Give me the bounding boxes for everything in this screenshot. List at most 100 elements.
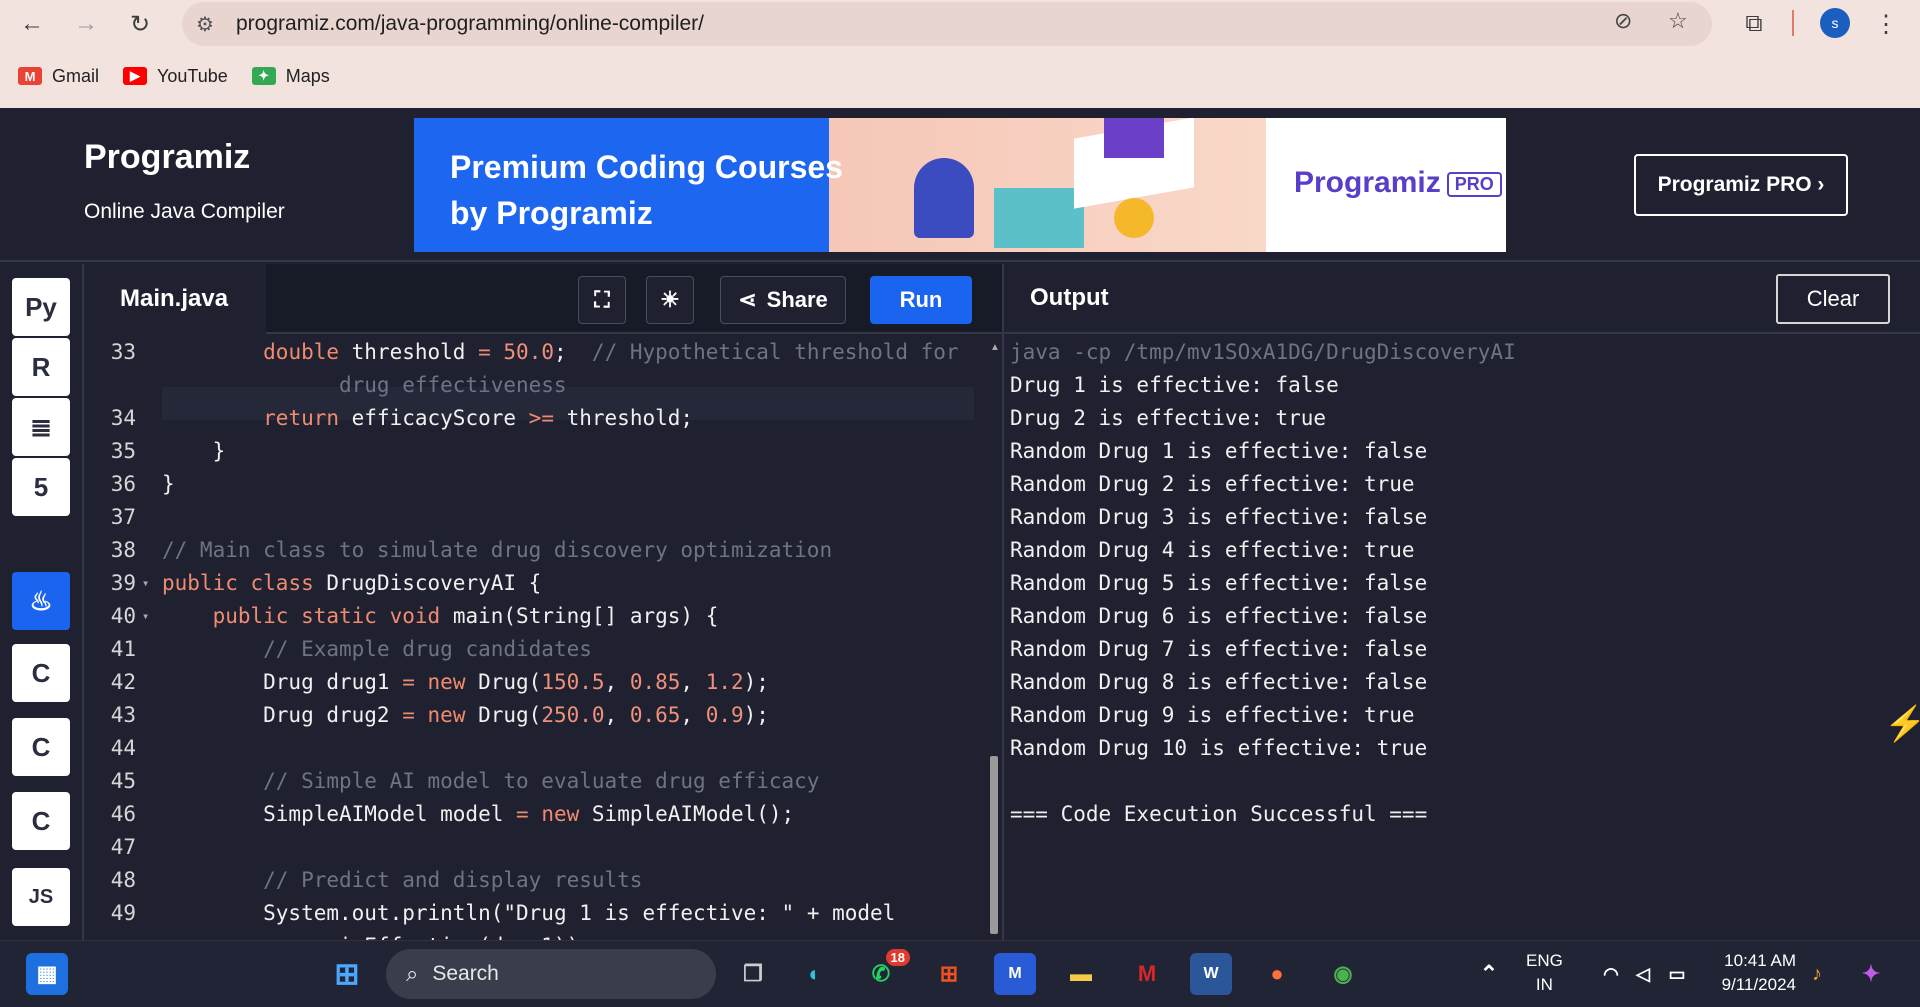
code-line[interactable]: 47 xyxy=(84,835,988,868)
code-line[interactable]: 36} xyxy=(84,472,988,505)
fullscreen-button[interactable]: ⛶ xyxy=(578,276,626,324)
chrome-icon[interactable]: ◉ xyxy=(1322,953,1364,995)
maps-icon: ✦ xyxy=(251,67,276,85)
taskbar: ▦ ⊞ ⌕ Search ❐ ◐ ✆ 18 ⊞ M ▬ M W ● ◉ ⌃ ENG… xyxy=(0,940,1920,1007)
app-icon[interactable]: M xyxy=(994,953,1036,995)
fold-toggle-icon[interactable] xyxy=(140,802,162,835)
code-area[interactable]: 33 double threshold = 50.0; // Hypotheti… xyxy=(84,336,988,940)
back-icon[interactable]: ← xyxy=(14,6,50,42)
extensions-icon[interactable]: ⧉ xyxy=(1736,6,1772,42)
fold-toggle-icon[interactable] xyxy=(140,340,162,373)
code-token: new xyxy=(427,670,466,694)
fold-toggle-icon[interactable] xyxy=(140,637,162,670)
code-line[interactable]: 38 // Main class to simulate drug discove… xyxy=(84,538,988,571)
bookmark-maps[interactable]: ✦ Maps xyxy=(251,66,330,87)
code-line[interactable]: 46 SimpleAIModel model = new SimpleAIMod… xyxy=(84,802,988,835)
menu-icon[interactable]: ⋮ xyxy=(1868,6,1904,42)
programiz-pro-button[interactable]: Programiz PRO › xyxy=(1634,154,1848,216)
cpp-language-icon[interactable]: C xyxy=(12,718,70,776)
fold-toggle-icon[interactable] xyxy=(140,373,162,406)
code-line[interactable]: 42 Drug drug1 = new Drug(150.5, 0.85, 1.… xyxy=(84,670,988,703)
fold-toggle-icon[interactable] xyxy=(140,538,162,571)
fold-toggle-icon[interactable]: ▾ xyxy=(140,604,162,637)
fold-toggle-icon[interactable] xyxy=(140,439,162,472)
bookmark-gmail[interactable]: M Gmail xyxy=(18,66,99,87)
code-line[interactable]: 33 double threshold = 50.0; // Hypotheti… xyxy=(84,340,988,373)
widgets-icon[interactable]: ▦ xyxy=(26,953,68,995)
promo-banner[interactable]: Premium Coding Courses by Programiz Prog… xyxy=(414,118,1506,252)
file-tab-main-java[interactable]: Main.java xyxy=(84,264,266,334)
battery-icon[interactable]: ▭ xyxy=(1656,953,1698,995)
task-view-icon[interactable]: ❐ xyxy=(732,953,774,995)
floating-assistant-icon[interactable]: ⚡ xyxy=(1884,704,1920,744)
code-line[interactable]: 49 System.out.println("Drug 1 is effecti… xyxy=(84,901,988,934)
word-icon[interactable]: W xyxy=(1190,953,1232,995)
programiz-logo[interactable]: Programiz xyxy=(84,138,250,177)
whatsapp-icon[interactable]: ✆ 18 xyxy=(860,949,910,995)
code-token: = xyxy=(516,802,529,826)
fold-toggle-icon[interactable] xyxy=(140,670,162,703)
code-token: static xyxy=(301,604,377,628)
forward-icon[interactable]: → xyxy=(68,6,104,42)
star-icon[interactable]: ☆ xyxy=(1668,8,1688,34)
fold-toggle-icon[interactable] xyxy=(140,901,162,934)
bookmark-youtube[interactable]: ▶ YouTube xyxy=(123,66,228,87)
csharp-language-icon[interactable]: C xyxy=(12,792,70,850)
fold-toggle-icon[interactable] xyxy=(140,868,162,901)
code-line[interactable]: 48 // Predict and display results xyxy=(84,868,988,901)
taskbar-search[interactable]: ⌕ Search xyxy=(386,949,716,999)
r-language-icon[interactable]: R xyxy=(12,338,70,396)
copilot-icon[interactable]: ✦ xyxy=(1850,953,1892,995)
mcafee-icon[interactable]: M xyxy=(1126,953,1168,995)
output-line: === Code Execution Successful === xyxy=(1010,802,1428,826)
editor-scrollbar[interactable]: ▲ xyxy=(986,336,1000,940)
code-line[interactable]: 34 return efficacyScore >= threshold; xyxy=(84,406,988,439)
site-info-icon[interactable]: ⚙ xyxy=(196,12,214,37)
clear-button[interactable]: Clear xyxy=(1776,274,1890,324)
microsoft-store-icon[interactable]: ⊞ xyxy=(928,953,970,995)
code-line[interactable]: 39 ▾ public class DrugDiscoveryAI { xyxy=(84,571,988,604)
reload-icon[interactable]: ↻ xyxy=(122,6,158,42)
tray-chevron-icon[interactable]: ⌃ xyxy=(1468,953,1510,995)
code-line[interactable]: 35 } xyxy=(84,439,988,472)
input-language[interactable]: ENG IN xyxy=(1526,949,1563,997)
fold-toggle-icon[interactable] xyxy=(140,835,162,868)
scrollbar-thumb[interactable] xyxy=(990,756,998,934)
fold-toggle-icon[interactable] xyxy=(140,406,162,439)
code-line[interactable]: 40 ▾ public static void main(String[] arg… xyxy=(84,604,988,637)
eye-off-icon[interactable]: ⊘ xyxy=(1614,8,1632,34)
share-button[interactable]: ⋖ Share xyxy=(720,276,846,324)
html5-icon[interactable]: 5 xyxy=(12,458,70,516)
address-bar[interactable]: ⚙ programiz.com/java-programming/online-… xyxy=(182,2,1712,46)
code-line[interactable]: 41 // Example drug candidates xyxy=(84,637,988,670)
sql-database-icon[interactable]: ≣ xyxy=(12,398,70,456)
profile-avatar[interactable]: s xyxy=(1820,8,1850,38)
theme-toggle-button[interactable]: ☀ xyxy=(646,276,694,324)
c-language-icon[interactable]: C xyxy=(12,644,70,702)
edge-icon[interactable]: ◐ xyxy=(794,953,836,995)
fold-toggle-icon[interactable] xyxy=(140,703,162,736)
code-line[interactable]: drug effectiveness xyxy=(84,373,988,406)
code-token: 1.2 xyxy=(705,670,744,694)
fold-toggle-icon[interactable] xyxy=(140,505,162,538)
file-explorer-icon[interactable]: ▬ xyxy=(1060,953,1102,995)
code-line[interactable]: 44 xyxy=(84,736,988,769)
fold-toggle-icon[interactable] xyxy=(140,736,162,769)
run-button[interactable]: Run xyxy=(870,276,972,324)
java-icon[interactable]: ♨ xyxy=(12,572,70,630)
python-icon[interactable]: Py xyxy=(12,278,70,336)
code-text: Drug drug1 = new Drug(150.5, 0.85, 1.2); xyxy=(162,670,769,703)
windows-start-icon[interactable]: ⊞ xyxy=(326,953,368,995)
scroll-up-icon[interactable]: ▲ xyxy=(990,342,1000,353)
code-line[interactable]: 43 Drug drug2 = new Drug(250.0, 0.65, 0.… xyxy=(84,703,988,736)
notification-bell-icon[interactable]: ♪ xyxy=(1796,953,1838,995)
fold-toggle-icon[interactable] xyxy=(140,769,162,802)
firefox-icon[interactable]: ● xyxy=(1256,953,1298,995)
fold-toggle-icon[interactable]: ▾ xyxy=(140,571,162,604)
code-line[interactable]: 45 // Simple AI model to evaluate drug e… xyxy=(84,769,988,802)
javascript-icon[interactable]: JS xyxy=(12,868,70,926)
fold-toggle-icon[interactable] xyxy=(140,472,162,505)
code-line[interactable]: 37 xyxy=(84,505,988,538)
system-clock[interactable]: 10:41 AM 9/11/2024 xyxy=(1700,949,1796,997)
url-text[interactable]: programiz.com/java-programming/online-co… xyxy=(236,12,704,36)
